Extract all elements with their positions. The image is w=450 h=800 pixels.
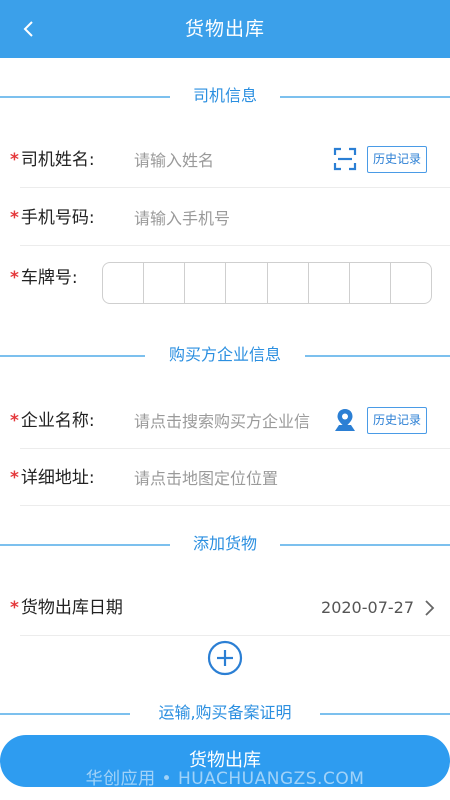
driver-name-input[interactable] xyxy=(134,142,324,178)
phone-row: * 手机号码: xyxy=(10,190,450,246)
address-input[interactable] xyxy=(134,460,424,496)
section-header-proof: 运输,购买备案证明 xyxy=(0,698,450,728)
company-row: *企业名称: 历史记录 xyxy=(10,393,450,449)
address-row: * 详细地址: xyxy=(10,450,450,506)
phone-input[interactable] xyxy=(134,200,424,236)
plate-char-box[interactable] xyxy=(350,263,391,303)
plate-row: * 车牌号: xyxy=(10,250,450,310)
submit-outbound-button[interactable]: 货物出库 xyxy=(0,735,450,787)
required-mark: * xyxy=(10,268,19,288)
add-goods-button[interactable] xyxy=(207,640,243,676)
section-header-goods: 添加货物 xyxy=(0,529,450,559)
phone-label: * 手机号码: xyxy=(10,208,95,228)
date-value[interactable]: 2020-07-27 xyxy=(321,580,414,636)
section-header-buyer: 购买方企业信息 xyxy=(0,340,450,370)
plate-label: * 车牌号: xyxy=(10,268,78,288)
plate-char-box[interactable] xyxy=(309,263,350,303)
section-title-driver: 司机信息 xyxy=(180,86,269,105)
required-mark: * xyxy=(10,598,19,618)
location-button[interactable] xyxy=(332,407,358,433)
section-header-driver: 司机信息 xyxy=(0,81,450,111)
app-header: 货物出库 xyxy=(0,0,450,58)
company-label: * 企业名称: xyxy=(10,411,95,431)
plus-circle-icon xyxy=(207,640,243,676)
driver-name-row: *司机姓名: 历史记录 xyxy=(10,132,450,188)
driver-name-label: * 司机姓名: xyxy=(10,150,95,170)
date-row[interactable]: * 货物出库日期 2020-07-27 xyxy=(10,580,450,636)
page-title: 货物出库 xyxy=(184,18,265,40)
plate-char-box[interactable] xyxy=(391,263,431,303)
company-search-input[interactable] xyxy=(134,403,330,439)
required-mark: * xyxy=(10,150,19,170)
required-mark: * xyxy=(10,411,19,431)
section-title-proof: 运输,购买备案证明 xyxy=(146,703,304,722)
scan-button[interactable] xyxy=(332,146,358,172)
driver-history-button[interactable]: 历史记录 xyxy=(367,146,427,173)
plate-char-box[interactable] xyxy=(185,263,227,303)
required-mark: * xyxy=(10,468,19,488)
plate-char-box[interactable] xyxy=(226,263,268,303)
scan-icon xyxy=(333,147,357,171)
required-mark: * xyxy=(10,208,19,228)
section-title-buyer: 购买方企业信息 xyxy=(156,345,293,364)
address-label: * 详细地址: xyxy=(10,468,95,488)
plate-char-box[interactable] xyxy=(144,263,186,303)
plate-char-box[interactable] xyxy=(103,263,145,303)
plate-input-boxes xyxy=(102,262,432,304)
section-title-goods: 添加货物 xyxy=(180,534,269,553)
company-history-button[interactable]: 历史记录 xyxy=(367,407,427,434)
location-pin-icon xyxy=(335,409,355,431)
chevron-right-icon[interactable] xyxy=(420,598,440,618)
plate-char-box[interactable] xyxy=(268,263,309,303)
date-label: * 货物出库日期 xyxy=(10,598,123,618)
